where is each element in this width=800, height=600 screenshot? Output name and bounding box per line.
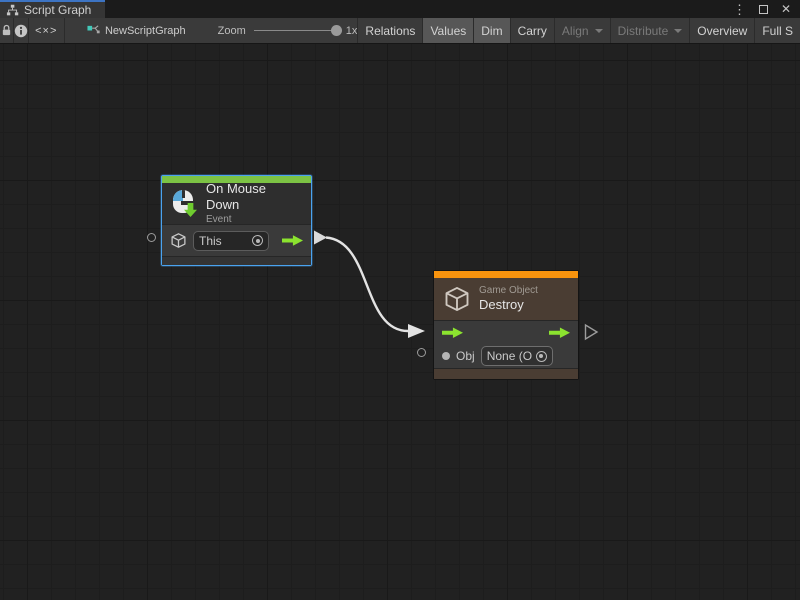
chevron-down-icon — [595, 29, 603, 33]
node-header[interactable]: Game Object Destroy — [434, 278, 578, 320]
object-picker-icon[interactable] — [252, 235, 263, 246]
connection-wire[interactable] — [326, 238, 408, 332]
close-icon[interactable]: ✕ — [781, 3, 791, 15]
obj-field-value: None (O — [487, 349, 532, 363]
value-port-dot-icon[interactable] — [442, 352, 450, 360]
carry-button[interactable]: Carry — [510, 18, 554, 43]
event-target-port[interactable] — [147, 233, 156, 242]
inspector-button[interactable] — [14, 18, 29, 43]
obj-port-row: Obj None (O — [434, 345, 578, 369]
code-view-button[interactable]: <×> — [29, 18, 65, 43]
window-controls: ⋮ ✕ — [733, 0, 800, 18]
destroy-obj-port[interactable] — [417, 348, 426, 357]
node-title: On Mouse Down — [206, 181, 302, 214]
info-icon — [14, 24, 28, 38]
graph-toolbar: <×> NewScriptGraph Zoom 1x Relations Val… — [0, 18, 800, 44]
zoom-label: Zoom — [218, 25, 246, 37]
graph-hierarchy-icon — [6, 4, 19, 17]
fullscreen-label: Full S — [762, 24, 793, 38]
graph-breadcrumb[interactable]: NewScriptGraph — [87, 18, 186, 43]
menu-kebab-icon[interactable]: ⋮ — [733, 3, 746, 16]
chevron-down-icon — [674, 29, 682, 33]
dim-button[interactable]: Dim — [473, 18, 509, 43]
node-body: This — [162, 224, 311, 265]
distribute-label: Distribute — [618, 24, 669, 38]
node-header[interactable]: On Mouse Down Event — [162, 183, 311, 224]
align-dropdown[interactable]: Align — [554, 18, 610, 43]
obj-field[interactable]: None (O — [481, 346, 553, 366]
tab-script-graph[interactable]: Script Graph — [0, 0, 105, 18]
maximize-icon[interactable] — [759, 5, 768, 14]
flow-output-arrow-icon[interactable] — [282, 235, 303, 247]
zoom-slider[interactable] — [254, 30, 342, 31]
flow-output-arrow-icon[interactable] — [549, 327, 570, 339]
target-field[interactable]: This — [193, 231, 269, 251]
node-footer — [162, 256, 311, 265]
node-title: Destroy — [479, 297, 538, 313]
tab-title: Script Graph — [24, 3, 91, 17]
target-field-value: This — [199, 234, 248, 248]
node-destroy[interactable]: Game Object Destroy Obj None (O — [433, 270, 579, 380]
mouse-down-icon — [171, 190, 198, 217]
lock-button[interactable] — [0, 18, 14, 43]
obj-port-label: Obj — [456, 349, 475, 363]
zoom-slider-knob[interactable] — [331, 25, 342, 36]
node-footer — [434, 368, 578, 379]
flow-port-row — [434, 321, 578, 345]
values-label: Values — [430, 24, 466, 38]
gameobject-cube-icon — [443, 285, 471, 313]
align-label: Align — [562, 24, 589, 38]
script-graph-icon — [87, 24, 100, 37]
values-button[interactable]: Values — [422, 18, 473, 43]
node-body: Obj None (O — [434, 320, 578, 379]
destroy-output-flow-port[interactable] — [586, 325, 598, 339]
node-accent-bar — [434, 271, 578, 278]
zoom-control: Zoom 1x — [218, 18, 358, 43]
connection-arrowhead-icon — [408, 324, 425, 338]
event-port-row: This — [162, 225, 311, 256]
distribute-dropdown[interactable]: Distribute — [610, 18, 690, 43]
zoom-value: 1x — [346, 25, 358, 37]
graph-name-label: NewScriptGraph — [105, 25, 186, 37]
code-icon: <×> — [35, 25, 57, 37]
relations-label: Relations — [365, 24, 415, 38]
toolbar-buttons: Relations Values Dim Carry Align Distrib… — [357, 18, 800, 43]
event-output-flow-port[interactable] — [314, 231, 327, 245]
object-picker-icon[interactable] — [536, 351, 547, 362]
gameobject-cube-icon — [170, 232, 187, 249]
flow-input-arrow-icon[interactable] — [442, 327, 463, 339]
fullscreen-button[interactable]: Full S — [754, 18, 800, 43]
carry-label: Carry — [518, 24, 547, 38]
tab-bar: Script Graph ⋮ ✕ — [0, 0, 800, 18]
dim-label: Dim — [481, 24, 502, 38]
wire-layer — [0, 44, 800, 600]
relations-button[interactable]: Relations — [357, 18, 422, 43]
lock-icon — [1, 24, 12, 37]
node-subtitle: Game Object — [479, 285, 538, 298]
overview-label: Overview — [697, 24, 747, 38]
overview-button[interactable]: Overview — [689, 18, 754, 43]
node-on-mouse-down[interactable]: On Mouse Down Event This — [161, 175, 312, 266]
graph-canvas[interactable]: On Mouse Down Event This — [0, 44, 800, 600]
